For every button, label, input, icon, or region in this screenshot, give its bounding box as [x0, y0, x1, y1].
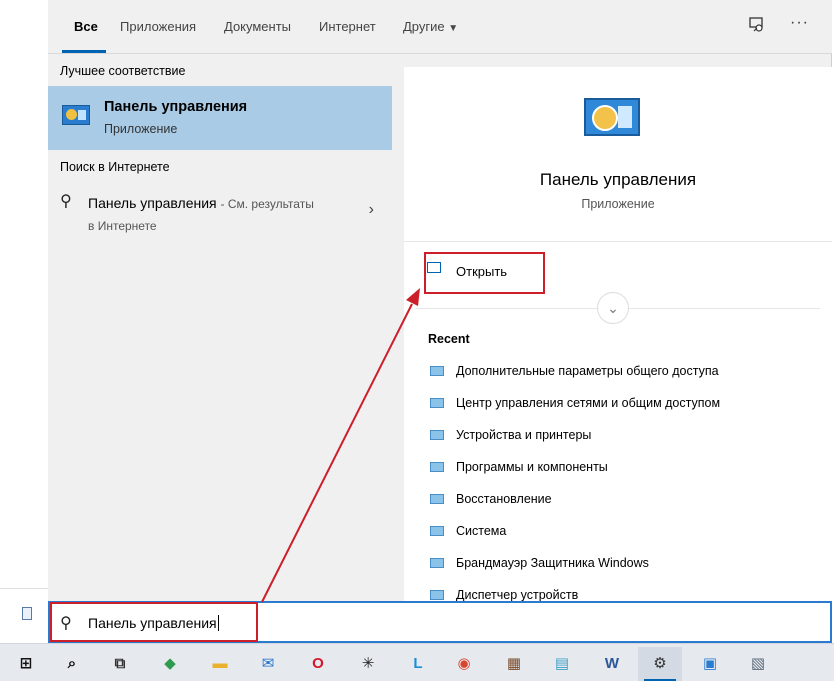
control-panel-item-icon [430, 398, 444, 408]
taskbar-button[interactable]: ▧ [736, 647, 780, 681]
search-icon: ⌕ [67, 655, 77, 672]
file-explorer-icon: ▬ [212, 655, 228, 672]
settings-icon: ⚙ [653, 655, 667, 672]
tab-all[interactable]: Все [74, 19, 98, 34]
file-icon [22, 607, 32, 620]
recent-item-label: Устройства и принтеры [456, 428, 592, 442]
recent-item-label: Диспетчер устройств [456, 588, 579, 602]
search-icon: ⚲ [60, 193, 72, 210]
result-details-pane: Панель управления Приложение Открыть ⌄ R… [404, 67, 832, 602]
web-result-query: Панель управления [88, 195, 217, 211]
best-match-heading: Лучшее соответствие [60, 64, 186, 78]
control-panel-item-icon [430, 430, 444, 440]
search-tabs: Все Приложения Документы Интернет Другие… [48, 0, 832, 54]
control-panel-item-icon [430, 558, 444, 568]
control-panel-item-icon [430, 494, 444, 504]
dropdown-arrow-icon: ▼ [448, 23, 459, 34]
taskbar-button[interactable]: ⊞ [4, 647, 48, 681]
recent-item-label: Брандмауэр Защитника Windows [456, 556, 649, 570]
taskbar-button[interactable]: ✉ [246, 647, 290, 681]
control-panel-icon-large [584, 98, 640, 136]
recent-heading: Recent [428, 332, 470, 346]
annotation-box-search [50, 602, 258, 642]
detail-header: Панель управления Приложение [404, 67, 832, 242]
word-icon: W [604, 655, 620, 672]
opera-icon: O [312, 655, 324, 672]
taskbar-button[interactable]: ▦ [492, 647, 536, 681]
recent-item[interactable]: Брандмауэр Защитника Windows [428, 553, 818, 575]
taskbar-button[interactable]: ▣ [688, 647, 732, 681]
recent-item-label: Дополнительные параметры общего доступа [456, 364, 719, 378]
taskbar-button[interactable]: ◆ [148, 647, 192, 681]
recent-item-label: Программы и компоненты [456, 460, 608, 474]
recent-item[interactable]: Восстановление [428, 489, 818, 511]
control-panel-item-icon [430, 526, 444, 536]
desktop-file-item[interactable] [0, 588, 48, 642]
taskbar-button[interactable]: ◉ [442, 647, 486, 681]
recent-item-label: Центр управления сетями и общим доступом [456, 396, 721, 410]
l-app-icon: L [413, 655, 423, 672]
tab-apps[interactable]: Приложения [120, 19, 196, 34]
chevron-right-icon[interactable]: › [369, 201, 374, 219]
control-panel-item-icon [430, 462, 444, 472]
shield-app-icon: ◆ [164, 655, 176, 672]
recent-item-label: Восстановление [456, 492, 552, 506]
taskbar-button[interactable]: W [590, 647, 634, 681]
recent-item-label: Система [456, 524, 507, 538]
best-match-result[interactable]: Панель управления Приложение [48, 86, 392, 150]
recent-item[interactable]: Программы и компоненты [428, 457, 818, 479]
expand-chevron-icon[interactable]: ⌄ [597, 292, 629, 324]
taskbar-button[interactable]: L [396, 647, 440, 681]
desktop-background-window [0, 0, 48, 600]
chrome-icon: ◉ [457, 655, 471, 672]
image-app-icon: ▧ [750, 655, 766, 672]
task-view-icon: ⧉ [114, 655, 126, 672]
more-icon[interactable]: ··· [790, 14, 809, 32]
taskbar: ⊞ ⌕ ⧉ ◆ ▬ ✉ O ✳ L ◉ ▦ ▤ W ⚙ ▣ ▧ [0, 643, 834, 681]
results-list: Лучшее соответствие Панель управления Пр… [48, 55, 392, 602]
recent-item[interactable]: Устройства и принтеры [428, 425, 818, 447]
tab-documents[interactable]: Документы [224, 19, 291, 34]
taskbar-button[interactable]: O [296, 647, 340, 681]
best-match-subtitle: Приложение [104, 122, 178, 136]
control-panel-item-icon [430, 590, 444, 600]
taskbar-button[interactable]: ⌕ [50, 647, 94, 681]
recent-item[interactable]: Центр управления сетями и общим доступом [428, 393, 818, 415]
archive-app-icon: ▦ [506, 655, 522, 672]
web-search-heading: Поиск в Интернете [60, 160, 170, 174]
detail-subtitle: Приложение [581, 197, 655, 211]
windows-start-icon: ⊞ [19, 655, 33, 672]
best-match-title: Панель управления [104, 99, 248, 115]
taskbar-button[interactable]: ✳ [346, 647, 390, 681]
web-result-text: Панель управления - См. результаты в Инт… [88, 193, 348, 237]
notepad-app-icon: ▤ [554, 655, 570, 672]
feedback-icon[interactable] [748, 16, 766, 39]
recent-item[interactable]: Дополнительные параметры общего доступа [428, 361, 818, 383]
search-panel: Все Приложения Документы Интернет Другие… [48, 0, 832, 602]
taskbar-button[interactable]: ⚙ [638, 647, 682, 681]
detail-title: Панель управления [539, 170, 697, 189]
web-result-hint: - См. результаты [220, 197, 314, 211]
control-panel-item-icon [430, 366, 444, 376]
taskbar-button[interactable]: ⧉ [98, 647, 142, 681]
control-panel-icon [62, 105, 90, 125]
web-result-hint2: в Интернете [88, 219, 157, 233]
mail-icon: ✉ [261, 655, 275, 672]
control-panel-taskbar-icon: ▣ [702, 655, 718, 672]
active-tab-indicator [62, 50, 106, 53]
cursor-app-icon: ✳ [361, 655, 375, 672]
taskbar-button[interactable]: ▤ [540, 647, 584, 681]
recent-item[interactable]: Система [428, 521, 818, 543]
annotation-box-open [424, 252, 545, 294]
taskbar-button[interactable]: ▬ [198, 647, 242, 681]
tab-other[interactable]: Другие ▼ [403, 19, 458, 34]
tab-other-label: Другие [403, 19, 445, 34]
tab-internet[interactable]: Интернет [319, 19, 376, 34]
web-search-result[interactable]: ⚲ Панель управления - См. результаты в И… [48, 183, 392, 233]
